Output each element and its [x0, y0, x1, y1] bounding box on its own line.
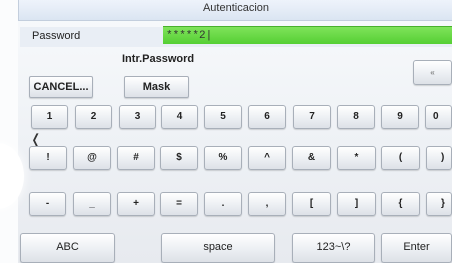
- key-1[interactable]: 1: [31, 105, 68, 129]
- enter-button[interactable]: Enter: [381, 233, 452, 263]
- key-label: ]: [354, 198, 359, 209]
- key-caret[interactable]: ^: [248, 146, 286, 170]
- key-period[interactable]: .: [204, 192, 242, 216]
- key-label: _: [89, 198, 95, 209]
- glare-spot: [0, 143, 24, 209]
- key-label: 1: [46, 111, 53, 122]
- key-2[interactable]: 2: [75, 105, 112, 129]
- auth-keyboard-screen: Autenticacion Password *****2| Intr.Pass…: [0, 0, 452, 263]
- password-hint: Intr.Password: [122, 53, 195, 65]
- mask-button[interactable]: Mask: [124, 76, 189, 98]
- key-brace-open[interactable]: {: [381, 192, 420, 216]
- symbols-button-label: 123~\?: [316, 241, 351, 253]
- key-minus[interactable]: -: [29, 192, 66, 216]
- dialog-title: Autenticacion: [202, 2, 270, 14]
- key-underscore[interactable]: _: [73, 192, 111, 216]
- key-label: +: [133, 198, 139, 209]
- key-label: $: [176, 152, 182, 163]
- key-label: &: [307, 152, 316, 163]
- password-field[interactable]: *****2|: [163, 26, 452, 44]
- enter-button-label: Enter: [403, 241, 430, 253]
- key-label: 5: [220, 111, 226, 122]
- key-label: ,: [265, 198, 269, 209]
- backspace-icon: «: [430, 68, 435, 77]
- key-label: 0: [433, 111, 439, 122]
- key-9[interactable]: 9: [381, 105, 419, 129]
- cancel-button[interactable]: CANCEL...: [29, 76, 93, 98]
- space-button[interactable]: space: [161, 233, 275, 263]
- key-label: !: [46, 152, 50, 163]
- key-label: 4: [176, 111, 183, 122]
- key-label: }: [441, 198, 445, 209]
- cancel-button-label: CANCEL...: [33, 81, 89, 93]
- arrow-left-icon: ❬: [30, 131, 42, 147]
- key-label: ): [441, 152, 445, 163]
- password-label: Password: [32, 30, 81, 42]
- symbols-button[interactable]: 123~\?: [292, 233, 375, 263]
- key-label: =: [176, 198, 182, 209]
- space-button-label: space: [203, 241, 233, 253]
- key-paren-close[interactable]: ): [426, 146, 452, 170]
- key-hash[interactable]: #: [117, 146, 155, 170]
- key-label: *: [354, 152, 359, 163]
- key-plus[interactable]: +: [117, 192, 155, 216]
- key-label: ^: [264, 152, 270, 163]
- key-7[interactable]: 7: [293, 105, 331, 129]
- key-3[interactable]: 3: [119, 105, 156, 129]
- key-ampersand[interactable]: &: [292, 146, 331, 170]
- mask-button-label: Mask: [142, 81, 171, 93]
- key-at[interactable]: @: [73, 146, 111, 170]
- key-label: @: [87, 152, 97, 163]
- key-label: 2: [90, 111, 97, 122]
- key-label: [: [309, 198, 314, 209]
- key-4[interactable]: 4: [161, 105, 198, 129]
- screen-left-edge: [0, 0, 18, 263]
- key-equals[interactable]: =: [160, 192, 198, 216]
- key-label: 9: [397, 111, 403, 122]
- key-bracket-close[interactable]: ]: [337, 192, 376, 216]
- key-6[interactable]: 6: [248, 105, 286, 129]
- key-label: 8: [353, 111, 359, 122]
- abc-button[interactable]: ABC: [20, 233, 115, 263]
- key-label: 3: [134, 111, 141, 122]
- key-label: {: [398, 198, 403, 209]
- abc-button-label: ABC: [56, 241, 79, 253]
- key-label: -: [45, 198, 50, 209]
- dialog-title-bar: Autenticacion: [18, 0, 452, 21]
- key-bracket-open[interactable]: [: [292, 192, 331, 216]
- key-label: 6: [264, 111, 270, 122]
- key-label: .: [221, 198, 225, 209]
- key-comma[interactable]: ,: [248, 192, 286, 216]
- backspace-button[interactable]: «: [413, 60, 452, 85]
- key-label: (: [398, 152, 403, 163]
- key-label: 7: [309, 111, 315, 122]
- key-dollar[interactable]: $: [160, 146, 198, 170]
- key-0[interactable]: 0: [425, 105, 452, 129]
- key-percent[interactable]: %: [204, 146, 242, 170]
- key-brace-close[interactable]: }: [426, 192, 452, 216]
- key-paren-open[interactable]: (: [381, 146, 420, 170]
- key-exclamation[interactable]: !: [29, 146, 67, 170]
- key-asterisk[interactable]: *: [337, 146, 376, 170]
- key-5[interactable]: 5: [204, 105, 242, 129]
- key-label: #: [133, 152, 139, 163]
- key-label: %: [218, 152, 228, 163]
- key-8[interactable]: 8: [337, 105, 375, 129]
